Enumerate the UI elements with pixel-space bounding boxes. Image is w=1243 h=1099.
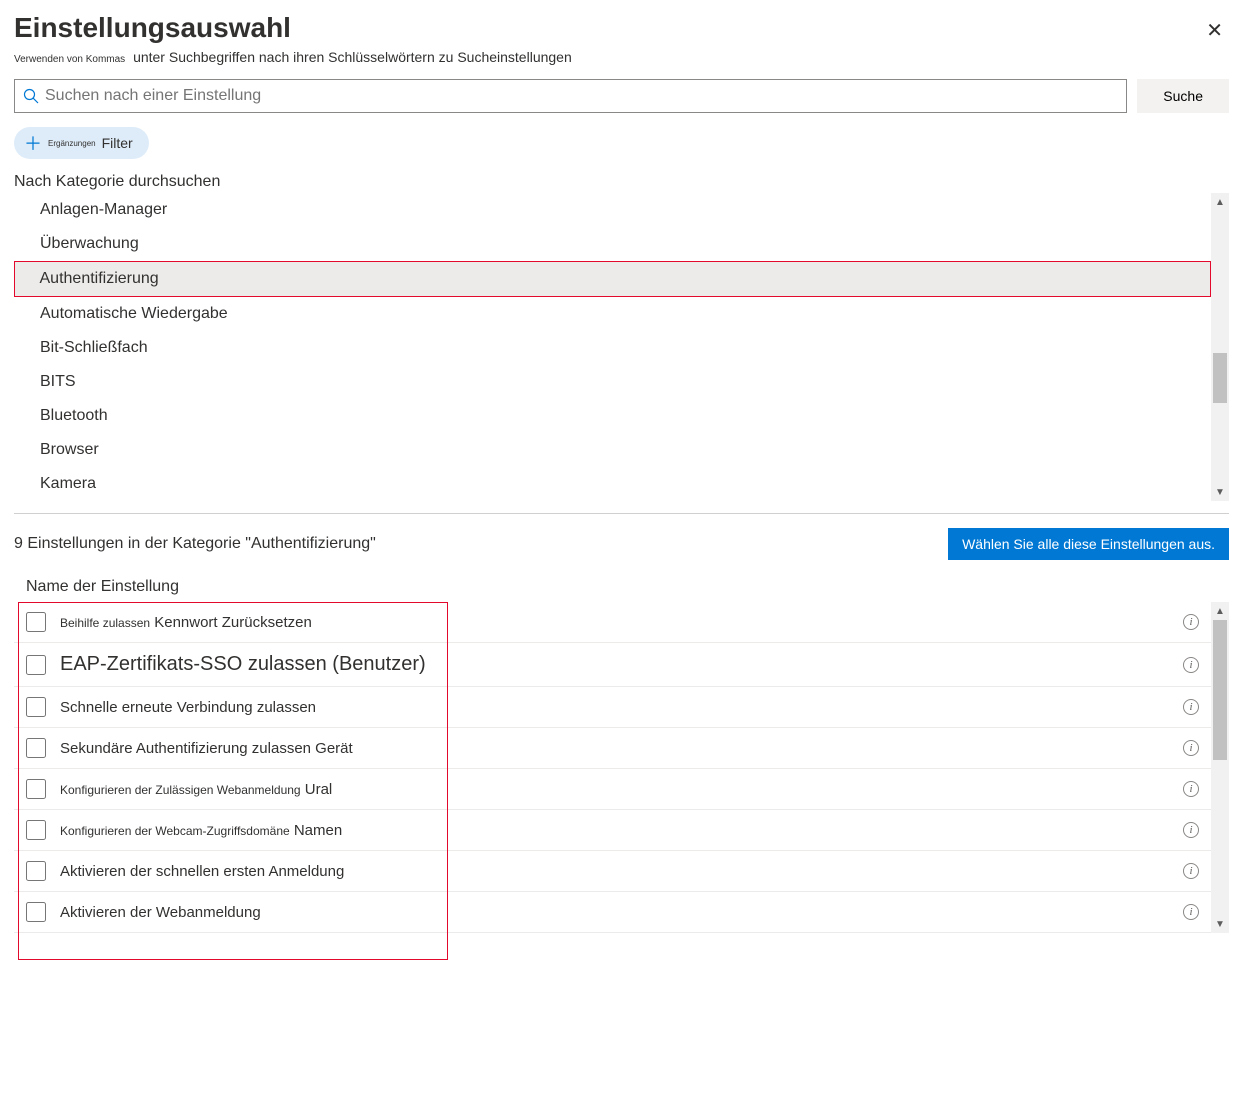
filter-small-label: Ergänzungen [48,139,96,148]
category-item[interactable]: Überwachung [14,227,1211,261]
page-subtitle: Verwenden von Kommas unter Suchbegriffen… [14,49,1229,65]
setting-label: Beihilfe zulassen Kennwort Zurücksetzen [60,614,1183,631]
search-input-wrapper[interactable] [14,79,1127,113]
setting-checkbox[interactable] [26,779,46,799]
category-item[interactable]: Browser [14,433,1211,467]
category-list: Anlagen-ManagerÜberwachungAuthentifizier… [14,193,1211,501]
info-icon[interactable]: i [1183,614,1199,630]
info-icon[interactable]: i [1183,699,1199,715]
category-item[interactable]: Authentifizierung [14,261,1211,297]
setting-row: Konfigurieren der Webcam-Zugriffsdomäne … [14,810,1211,851]
setting-label: Aktivieren der Webanmeldung [60,904,1183,921]
results-count: 9 Einstellungen in der Kategorie "Authen… [14,535,376,553]
category-item[interactable]: Anlagen-Manager [14,193,1211,227]
settings-list: Beihilfe zulassen Kennwort Zurücksetzeni… [14,602,1211,933]
search-icon [23,88,39,104]
setting-row: Schnelle erneute Verbindung zulasseni [14,687,1211,728]
scroll-up-icon[interactable]: ▲ [1211,193,1229,211]
setting-row: Sekundäre Authentifizierung zulassen Ger… [14,728,1211,769]
info-icon[interactable]: i [1183,863,1199,879]
category-item[interactable]: Bluetooth [14,399,1211,433]
scroll-thumb[interactable] [1213,353,1227,403]
scroll-up-icon[interactable]: ▲ [1211,602,1229,620]
plus-icon: ＋ [24,130,42,156]
setting-row: Aktivieren der Webanmeldungi [14,892,1211,933]
setting-checkbox[interactable] [26,697,46,717]
category-item[interactable]: Automatische Wiedergabe [14,297,1211,331]
search-input[interactable] [39,80,1118,112]
scroll-down-icon[interactable]: ▼ [1211,915,1229,933]
category-item[interactable]: Kamera [14,467,1211,501]
setting-label: Schnelle erneute Verbindung zulassen [60,699,1183,716]
info-icon[interactable]: i [1183,740,1199,756]
setting-row: Konfigurieren der Zulässigen Webanmeldun… [14,769,1211,810]
info-icon[interactable]: i [1183,904,1199,920]
divider [14,513,1229,514]
category-item[interactable]: Bit-Schließfach [14,331,1211,365]
setting-checkbox[interactable] [26,738,46,758]
setting-checkbox[interactable] [26,655,46,675]
setting-label: Sekundäre Authentifizierung zulassen Ger… [60,740,1183,757]
setting-row: Beihilfe zulassen Kennwort Zurücksetzeni [14,602,1211,643]
add-filter-button[interactable]: ＋ Ergänzungen Filter [14,127,149,159]
category-scrollbar[interactable]: ▲ ▼ [1211,193,1229,501]
setting-label: Konfigurieren der Webcam-Zugriffsdomäne … [60,822,1183,839]
search-button[interactable]: Suche [1137,79,1229,113]
setting-label: Aktivieren der schnellen ersten Anmeldun… [60,863,1183,880]
close-icon[interactable]: ✕ [1200,12,1229,49]
category-item[interactable]: BITS [14,365,1211,399]
info-icon[interactable]: i [1183,781,1199,797]
settings-scrollbar[interactable]: ▲ ▼ [1211,602,1229,933]
column-header-name: Name der Einstellung [14,578,1229,596]
setting-row: Aktivieren der schnellen ersten Anmeldun… [14,851,1211,892]
filter-label: Filter [102,135,133,151]
setting-label: EAP-Zertifikats-SSO zulassen (Benutzer) [60,653,1183,676]
setting-row: EAP-Zertifikats-SSO zulassen (Benutzer)i [14,643,1211,687]
setting-checkbox[interactable] [26,612,46,632]
scroll-down-icon[interactable]: ▼ [1211,483,1229,501]
setting-checkbox[interactable] [26,902,46,922]
setting-checkbox[interactable] [26,820,46,840]
info-icon[interactable]: i [1183,657,1199,673]
scroll-thumb[interactable] [1213,620,1227,760]
info-icon[interactable]: i [1183,822,1199,838]
page-title: Einstellungsauswahl [14,12,291,44]
select-all-button[interactable]: Wählen Sie alle diese Einstellungen aus. [948,528,1229,560]
setting-checkbox[interactable] [26,861,46,881]
browse-heading: Nach Kategorie durchsuchen [14,173,1229,191]
setting-label: Konfigurieren der Zulässigen Webanmeldun… [60,781,1183,798]
